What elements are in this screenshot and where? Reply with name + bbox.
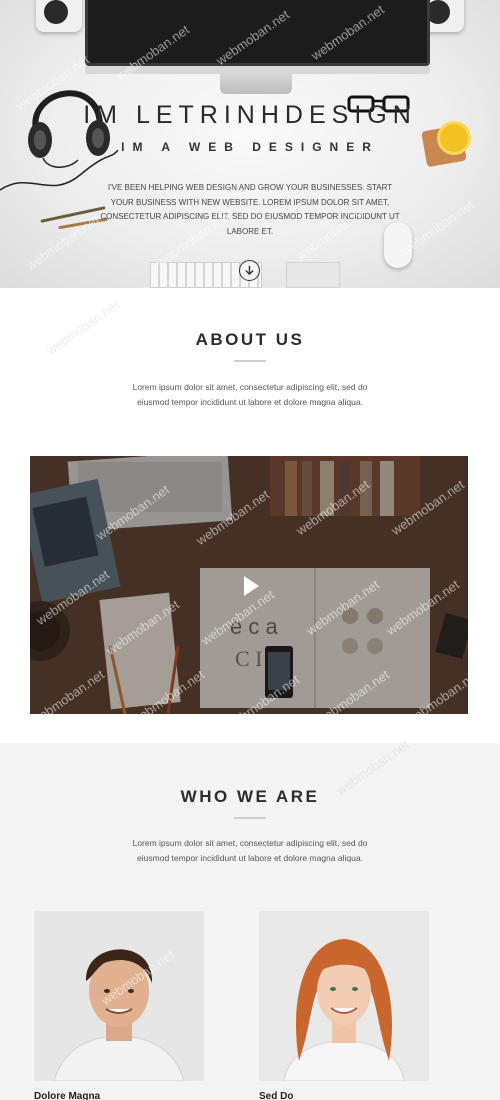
about-title: ABOUT US xyxy=(195,330,305,349)
hero-subtitle: IM A WEB DESIGNER xyxy=(121,140,379,154)
scroll-down-button[interactable] xyxy=(239,260,260,281)
team-title: WHO WE ARE xyxy=(180,787,320,806)
monitor-image xyxy=(85,0,430,66)
title-divider xyxy=(234,817,266,819)
trackpad-image xyxy=(286,262,340,288)
avatar xyxy=(259,911,429,1081)
video-player[interactable]: e c a C I C xyxy=(30,456,468,714)
member-name: Sed Do xyxy=(259,1091,294,1100)
member-photo xyxy=(259,911,429,1081)
member-name: Dolore Magna xyxy=(34,1091,101,1100)
hero-title: IM LETRINHDESIGN xyxy=(83,101,417,129)
team-member-card[interactable]: Dolore Magna xyxy=(34,911,204,1100)
hero-section: IM LETRINHDESIGN IM A WEB DESIGNER I'VE … xyxy=(0,0,500,288)
play-icon[interactable] xyxy=(244,576,259,596)
title-divider xyxy=(234,360,266,362)
monitor-stand xyxy=(220,74,292,94)
arrow-down-icon xyxy=(245,265,254,276)
team-member-card[interactable]: Sed Do xyxy=(259,911,429,1100)
avatar xyxy=(34,911,204,1081)
speaker-icon xyxy=(36,0,82,32)
hero-description: I'VE BEEN HELPING WEB DESIGN AND GROW YO… xyxy=(100,183,400,236)
team-section: WHO WE ARE Lorem ipsum dolor sit amet, c… xyxy=(0,743,500,1100)
about-text: Lorem ipsum dolor sit amet, consectetur … xyxy=(132,382,368,407)
member-photo xyxy=(34,911,204,1081)
monitor-chin xyxy=(85,66,430,74)
about-section: ABOUT US Lorem ipsum dolor sit amet, con… xyxy=(0,288,500,743)
team-text: Lorem ipsum dolor sit amet, consectetur … xyxy=(132,838,368,863)
